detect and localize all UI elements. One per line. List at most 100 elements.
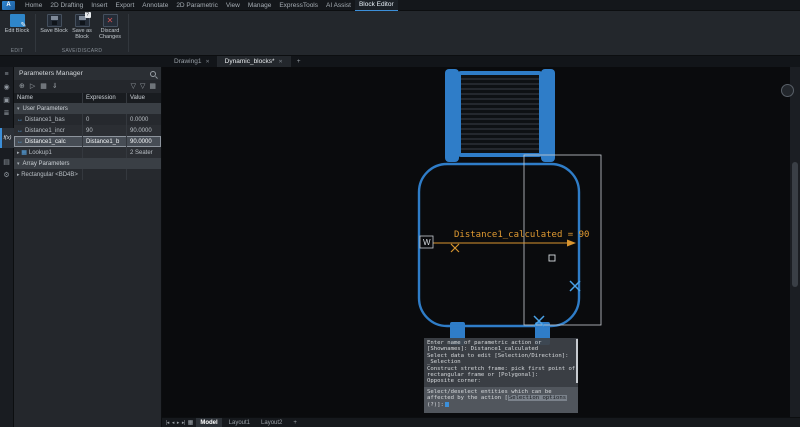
ribbon-group-label-save-discard: SAVE/DISCARD (37, 48, 127, 54)
ribbon: ✎ Edit Block EDIT Save Block ? Save as B… (0, 11, 800, 56)
doc-tab-label: Drawing1 (174, 58, 201, 65)
chevron-right-icon[interactable]: ▸ (17, 150, 20, 156)
param-name: Lookup1 (29, 150, 52, 156)
new-layout-button[interactable]: + (289, 418, 301, 427)
navigation-circle-icon[interactable] (781, 84, 794, 97)
sofa-arm-left[interactable] (445, 69, 459, 162)
command-window[interactable]: Enter name of parametric action or [Show… (424, 338, 578, 413)
drawing-canvas[interactable]: Distance1_calculated = 90 W Enter name o… (162, 67, 790, 417)
layout-tab-layout2[interactable]: Layout2 (257, 418, 286, 427)
param-row-distance1-bas[interactable]: ↔Distance1_bas 0 0.0000 (14, 114, 161, 125)
distance-param-icon: ↔ (17, 139, 23, 145)
menu-item-insert[interactable]: Insert (87, 0, 111, 11)
first-tab-icon[interactable]: |◂ (166, 420, 169, 426)
param-group-array-parameters[interactable]: ▾ Array Parameters (14, 158, 161, 169)
param-name: Distance1_incr (25, 128, 65, 134)
parameters-manager-tab[interactable]: f(x) (0, 128, 14, 148)
doc-tab-dynamic-blocks[interactable]: Dynamic_blocks* ✕ (218, 56, 291, 67)
column-header-expression[interactable]: Expression (82, 93, 126, 103)
layers-icon[interactable]: ≣ (4, 110, 10, 117)
blocks-icon[interactable]: ▣ (3, 97, 10, 104)
pencil-icon: ✎ (21, 22, 27, 30)
menubar: A Home 2D Drafting Insert Export Annotat… (0, 0, 800, 11)
param-expression[interactable]: Distance1_b (82, 136, 126, 147)
param-row-lookup1[interactable]: ▸ ▦Lookup1 2 Seater (14, 147, 161, 158)
ribbon-group-label-edit: EDIT (0, 48, 34, 54)
menu-icon[interactable]: ≡ (4, 71, 8, 78)
param-name: Distance1_bas (25, 117, 65, 123)
param-expression[interactable]: 90 (82, 125, 126, 136)
layout-tab-layout1[interactable]: Layout1 (225, 418, 254, 427)
layout-list-icon[interactable]: ▦ (188, 419, 194, 426)
chevron-down-icon[interactable]: ▾ (17, 106, 20, 112)
prev-tab-icon[interactable]: ◂ (172, 420, 174, 426)
stretch-frame-rectangle[interactable] (524, 155, 601, 325)
panel-toolbar: ⊕ ▷ ▦ ⇓ ▽ ▽ ▦ (14, 80, 161, 93)
save-block-button[interactable]: Save Block (40, 14, 68, 34)
close-icon[interactable]: ✕ (279, 59, 283, 65)
menu-item-manage[interactable]: Manage (244, 0, 276, 11)
import-icon[interactable]: ⇓ (52, 83, 58, 90)
distance-param-icon: ↔ (17, 128, 23, 134)
ribbon-group-edit: ✎ Edit Block EDIT (0, 11, 34, 55)
edit-block-button[interactable]: ✎ Edit Block (3, 14, 31, 34)
search-icon[interactable] (150, 71, 156, 77)
new-parameter-icon[interactable]: ⊕ (19, 83, 25, 90)
panel-header: Parameters Manager (14, 67, 161, 80)
param-group-user-parameters[interactable]: ▾ User Parameters (14, 103, 161, 114)
dimension-label[interactable]: Distance1_calculated = 90 (454, 230, 589, 240)
param-value[interactable]: 2 Seater (126, 147, 161, 158)
run-icon[interactable]: ▷ (30, 83, 35, 90)
chevron-right-icon[interactable]: ▸ (17, 172, 20, 178)
menu-item-ai-assist[interactable]: AI Assist (322, 0, 355, 11)
doc-tab-drawing1[interactable]: Drawing1 ✕ (167, 56, 218, 67)
param-expression (82, 169, 126, 180)
filter-clear-icon[interactable]: ▽ (140, 83, 145, 90)
new-doc-tab-button[interactable]: + (291, 56, 307, 67)
discard-changes-icon: ✕ (103, 14, 118, 27)
column-header-value[interactable]: Value (126, 93, 161, 103)
menu-item-export[interactable]: Export (111, 0, 138, 11)
menu-item-view[interactable]: View (222, 0, 244, 11)
command-scrollbar[interactable] (576, 339, 578, 383)
scrollbar-thumb[interactable] (792, 162, 798, 287)
next-tab-icon[interactable]: ▸ (177, 420, 179, 426)
grip-square[interactable] (549, 255, 555, 261)
menu-item-2d-parametric[interactable]: 2D Parametric (172, 0, 222, 11)
param-name: Rectangular <BD4B> (21, 172, 78, 178)
chevron-down-icon[interactable]: ▾ (17, 161, 20, 167)
menu-item-annotate[interactable]: Annotate (138, 0, 172, 11)
last-tab-icon[interactable]: ▸| (182, 420, 185, 426)
discard-changes-button[interactable]: ✕ Discard Changes (96, 14, 124, 41)
sheets-icon[interactable]: ▤ (3, 159, 10, 166)
save-as-block-button[interactable]: ? Save as Block (68, 14, 96, 41)
menu-item-home[interactable]: Home (21, 0, 46, 11)
param-expression[interactable]: 0 (82, 114, 126, 125)
param-row-distance1-calc-selected[interactable]: ↔Distance1_calc Distance1_b 90.0000 (14, 136, 161, 147)
menu-item-block-editor[interactable]: Block Editor (355, 0, 398, 11)
save-as-block-label: Save as Block (68, 28, 96, 41)
param-row-rectangular[interactable]: ▸ Rectangular <BD4B> (14, 169, 161, 180)
vertical-scrollbar[interactable] (790, 67, 800, 417)
prompt-line: affected by the action [ (427, 395, 508, 401)
close-icon[interactable]: ✕ (205, 59, 209, 65)
filter-icon[interactable]: ▽ (131, 83, 136, 90)
explorer-icon[interactable]: ◉ (3, 84, 9, 91)
question-badge-icon: ? (85, 12, 91, 18)
param-expression[interactable] (82, 147, 126, 158)
selection-options-chip[interactable]: Selection options (508, 395, 567, 401)
settings-icon[interactable]: ⚙ (3, 172, 9, 179)
sofa-arm-right[interactable] (541, 69, 555, 162)
param-row-distance1-incr[interactable]: ↔Distance1_incr 90 90.0000 (14, 125, 161, 136)
menu-item-2d-drafting[interactable]: 2D Drafting (46, 0, 87, 11)
sofa-seat-outline[interactable] (419, 164, 579, 326)
command-prompt[interactable]: Select/deselect entities which can be af… (424, 387, 578, 413)
columns-icon[interactable]: ▦ (149, 83, 156, 90)
command-history-line: Opposite corner: (427, 378, 574, 384)
menu-item-expresstools[interactable]: ExpressTools (275, 0, 322, 11)
app-logo-icon[interactable]: A (2, 1, 15, 10)
layout-tab-model[interactable]: Model (196, 418, 221, 427)
table-icon[interactable]: ▦ (40, 83, 47, 90)
group-label: Array Parameters (23, 161, 70, 167)
column-header-name[interactable]: Name (14, 93, 82, 103)
